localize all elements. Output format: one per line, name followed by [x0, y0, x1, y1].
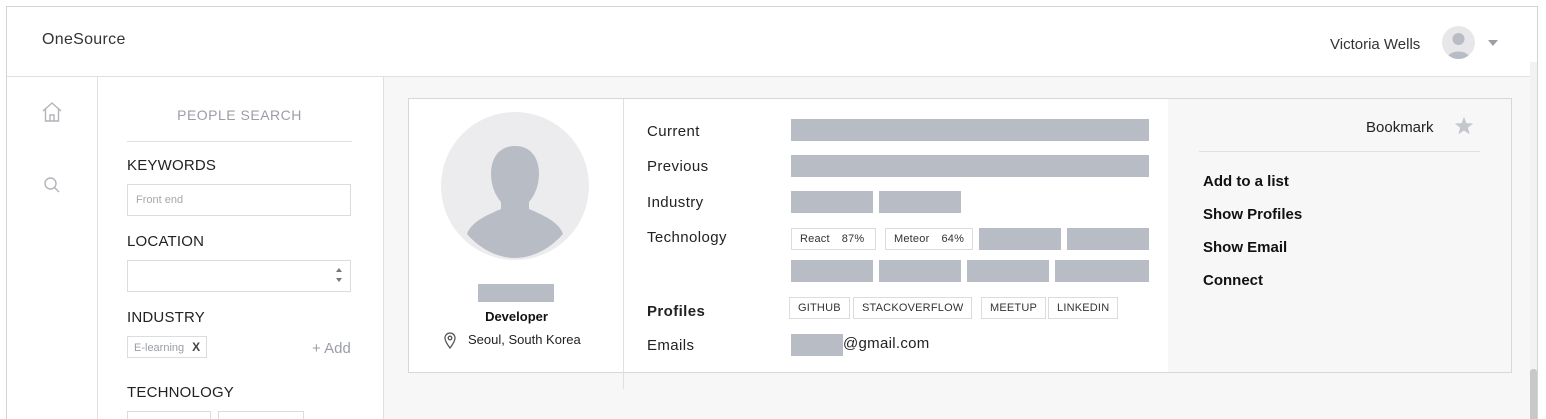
email-redacted-bar	[791, 334, 843, 356]
home-icon[interactable]	[40, 100, 64, 124]
technology-name: Meteor	[894, 233, 930, 245]
remove-tag-button[interactable]: X	[192, 340, 200, 354]
brand-logo[interactable]: OneSource	[42, 31, 126, 49]
technology-redacted-bar	[791, 260, 873, 282]
industry-label: INDUSTRY	[127, 309, 205, 326]
technology-row-label: Technology	[647, 229, 727, 246]
email-domain: @gmail.com	[843, 335, 930, 352]
app-window: OneSource Victoria Wells PEOPLE SEARCH K…	[6, 6, 1538, 419]
connect-button[interactable]: Connect	[1203, 272, 1263, 289]
user-name[interactable]: Victoria Wells	[1330, 36, 1420, 53]
previous-label: Previous	[647, 158, 709, 175]
linkedin-profile-link[interactable]: LINKEDIN	[1048, 297, 1119, 319]
technology-percent: 64%	[941, 233, 965, 245]
technology-tag	[218, 411, 304, 419]
location-input[interactable]	[127, 260, 351, 292]
user-menu-chevron-down-icon[interactable]	[1488, 40, 1498, 46]
technology-redacted-bar	[979, 228, 1061, 250]
previous-redacted-bar	[791, 155, 1149, 177]
emails-label: Emails	[647, 337, 695, 354]
location-pin-icon	[444, 332, 456, 350]
technology-redacted-bar	[1067, 228, 1149, 250]
scrollbar-track[interactable]	[1530, 62, 1537, 419]
github-profile-link[interactable]: GITHUB	[789, 297, 850, 319]
technology-label: TECHNOLOGY	[127, 384, 235, 401]
user-avatar[interactable]	[1442, 26, 1475, 59]
keywords-input[interactable]	[127, 184, 351, 216]
technology-name: React	[800, 233, 830, 245]
meetup-profile-link[interactable]: MEETUP	[981, 297, 1047, 319]
scrollbar-thumb[interactable]	[1530, 369, 1537, 419]
divider	[1199, 151, 1480, 152]
search-icon[interactable]	[40, 173, 64, 197]
profile-actions: Bookmark Add to a list Show Profiles Sho…	[1168, 99, 1511, 372]
technology-redacted-bar	[967, 260, 1049, 282]
current-label: Current	[647, 123, 700, 140]
profile-avatar	[441, 112, 589, 260]
technology-percent: 87%	[841, 233, 865, 245]
keywords-label: KEYWORDS	[127, 157, 217, 174]
technology-redacted-bar	[879, 260, 961, 282]
add-to-list-button[interactable]: Add to a list	[1203, 173, 1289, 190]
industry-redacted-bar	[791, 191, 873, 213]
location-label: LOCATION	[127, 233, 205, 250]
name-redacted-bar	[478, 284, 554, 302]
top-header: OneSource Victoria Wells	[7, 7, 1537, 77]
industry-tag: E-learning X	[127, 336, 208, 358]
show-email-button[interactable]: Show Email	[1203, 239, 1287, 256]
profile-details: Current Previous Industry Technology Rea…	[624, 99, 1168, 372]
location-stepper[interactable]	[335, 266, 343, 286]
bookmark-label[interactable]: Bookmark	[1366, 119, 1434, 136]
panel-title: PEOPLE SEARCH	[127, 107, 352, 142]
stackoverflow-profile-link[interactable]: STACKOVERFLOW	[853, 297, 973, 319]
technology-chip: Meteor 64%	[885, 228, 973, 250]
industry-add-link[interactable]: + Add	[312, 340, 351, 357]
star-icon[interactable]	[1453, 115, 1475, 137]
show-profiles-button[interactable]: Show Profiles	[1203, 206, 1302, 223]
avatar-silhouette-icon	[1447, 33, 1470, 59]
technology-tag	[127, 411, 211, 419]
nav-rail	[7, 77, 98, 419]
profile-location: Seoul, South Korea	[468, 332, 581, 347]
industry-redacted-bar	[879, 191, 961, 213]
profile-summary: Developer Seoul, South Korea	[409, 99, 624, 389]
current-redacted-bar	[791, 119, 1149, 141]
industry-tag-label: E-learning	[134, 342, 185, 354]
profiles-label: Profiles	[647, 303, 706, 320]
profile-role: Developer	[485, 309, 548, 324]
technology-redacted-bar	[1055, 260, 1149, 282]
industry-row-label: Industry	[647, 194, 704, 211]
person-silhouette-icon	[467, 146, 563, 258]
technology-chip: React 87%	[791, 228, 876, 250]
people-search-panel: PEOPLE SEARCH KEYWORDS LOCATION INDUSTRY…	[98, 77, 384, 419]
profile-card: Developer Seoul, South Korea Current Pre…	[408, 98, 1512, 389]
